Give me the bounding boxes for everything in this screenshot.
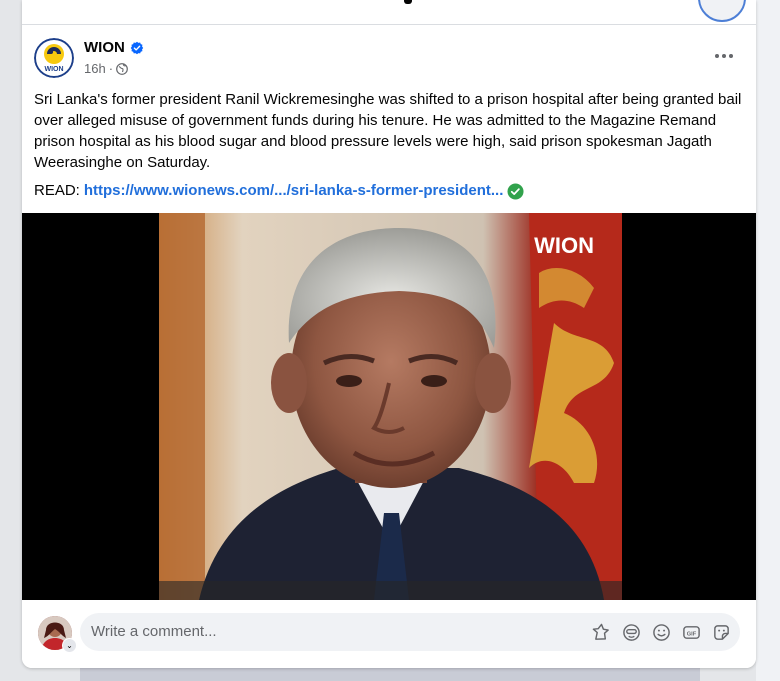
right-scroll-area	[756, 0, 780, 681]
post-body-text: Sri Lanka's former president Ranil Wickr…	[34, 91, 742, 171]
more-options-icon[interactable]	[712, 46, 736, 66]
read-label: READ:	[34, 182, 80, 199]
chevron-down-icon[interactable]: ⌄	[62, 638, 77, 653]
post-meta: 16h ·	[84, 61, 128, 76]
article-link[interactable]: https://www.wionews.com/.../sri-lanka-s-…	[84, 181, 504, 201]
comment-composer: ⌄ Write a comment... GIF	[22, 600, 756, 668]
avatar-logo-text: WION	[44, 66, 63, 73]
page-avatar[interactable]: WION	[34, 38, 74, 78]
verified-badge-icon	[130, 41, 144, 54]
comment-field[interactable]: Write a comment... GIF	[80, 613, 740, 651]
meta-separator: ·	[108, 61, 114, 76]
emoji-icon[interactable]	[622, 623, 641, 642]
avatar-sticker-icon[interactable]	[592, 623, 611, 642]
page-name-link[interactable]: WION	[84, 39, 125, 56]
previous-section-edge	[22, 0, 756, 25]
post-card: WION WION 16h · Sri Lanka's former presi…	[22, 0, 756, 668]
svg-text:GIF: GIF	[687, 631, 697, 637]
header-title-fragment	[404, 0, 412, 4]
globe-icon	[116, 62, 128, 75]
check-circle-icon	[507, 182, 524, 200]
video-frame-portrait: WION	[159, 213, 622, 600]
page-name-row: WION	[84, 39, 144, 56]
smiley-icon[interactable]	[652, 623, 671, 642]
sticker-icon[interactable]	[712, 623, 731, 642]
close-button[interactable]	[698, 0, 746, 22]
gif-icon[interactable]: GIF	[682, 623, 701, 642]
read-more-row: READ: https://www.wionews.com/.../sri-la…	[34, 181, 524, 201]
post-time[interactable]: 16h	[84, 61, 106, 76]
post-video[interactable]: WION	[22, 213, 756, 600]
wion-watermark: WION	[534, 233, 594, 258]
comment-placeholder[interactable]: Write a comment...	[91, 613, 217, 651]
